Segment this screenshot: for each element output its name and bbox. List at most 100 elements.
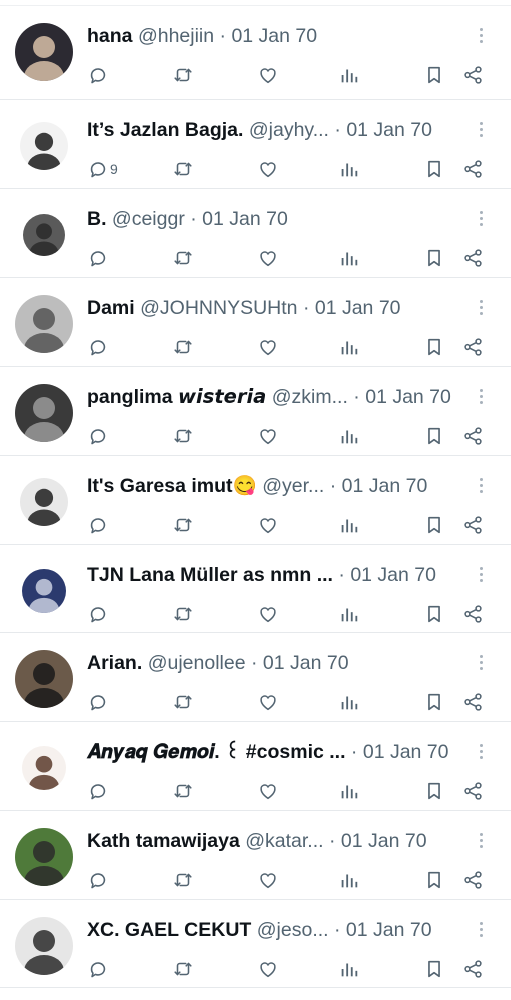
views-button[interactable] [338,601,360,627]
reply-button[interactable] [87,956,109,982]
bookmark-button[interactable] [423,601,445,627]
tweet-date[interactable]: 01 Jan 70 [363,741,449,763]
username-handle[interactable]: @ceiggr [112,208,185,230]
retweet-button[interactable] [172,156,194,182]
avatar[interactable] [22,746,66,790]
like-button[interactable] [257,778,279,804]
display-name[interactable]: XC. GAEL CEKUT [87,919,251,941]
like-button[interactable] [257,512,279,538]
reply-button[interactable] [87,512,109,538]
username-handle[interactable]: @JOHNNYSUHtn [140,297,297,319]
display-name[interactable]: panglima 𝙬𝙞𝙨𝙩𝙚𝙧𝙞𝙖 [87,386,266,408]
share-button[interactable] [462,689,484,715]
views-button[interactable] [338,512,360,538]
more-icon[interactable] [479,211,485,231]
views-button[interactable] [338,423,360,449]
avatar[interactable] [15,917,73,975]
share-button[interactable] [462,956,484,982]
bookmark-button[interactable] [423,956,445,982]
avatar[interactable] [20,478,68,526]
avatar[interactable] [15,295,73,353]
reply-button[interactable] [87,778,109,804]
retweet-button[interactable] [172,62,194,88]
retweet-button[interactable] [172,601,194,627]
share-button[interactable] [462,62,484,88]
display-name[interactable]: Kath tamawijaya [87,830,240,852]
retweet-button[interactable] [172,867,194,893]
like-button[interactable] [257,334,279,360]
username-handle[interactable]: @katar... [245,830,323,852]
display-name[interactable]: Dami [87,297,135,319]
reply-button[interactable]: 9 [87,156,118,182]
like-button[interactable] [257,867,279,893]
more-icon[interactable] [479,478,485,498]
like-button[interactable] [257,423,279,449]
bookmark-button[interactable] [423,689,445,715]
username-handle[interactable]: @ujenollee [148,652,246,674]
avatar[interactable] [15,384,73,442]
views-button[interactable] [338,956,360,982]
avatar[interactable] [15,23,73,81]
reply-button[interactable] [87,423,109,449]
share-button[interactable] [462,334,484,360]
avatar[interactable] [15,650,73,708]
views-button[interactable] [338,156,360,182]
share-button[interactable] [462,512,484,538]
views-button[interactable] [338,245,360,271]
display-name[interactable]: TJN Lana Müller as nmn ... [87,564,333,586]
like-button[interactable] [257,601,279,627]
tweet-date[interactable]: 01 Jan 70 [315,297,401,319]
username-handle[interactable]: @jayhy... [249,119,329,141]
tweet-row[interactable]: Arian. @ujenollee · 01 Jan 70 [0,632,511,720]
like-button[interactable] [257,245,279,271]
views-button[interactable] [338,334,360,360]
like-button[interactable] [257,956,279,982]
bookmark-button[interactable] [423,512,445,538]
reply-button[interactable] [87,601,109,627]
retweet-button[interactable] [172,334,194,360]
more-icon[interactable] [479,122,485,142]
share-button[interactable] [462,423,484,449]
display-name[interactable]: Arian. [87,652,142,674]
bookmark-button[interactable] [423,867,445,893]
more-icon[interactable] [479,655,485,675]
reply-button[interactable] [87,689,109,715]
display-name[interactable]: It's Garesa imut😋 [87,475,257,497]
tweet-date[interactable]: 01 Jan 70 [346,919,432,941]
like-button[interactable] [257,689,279,715]
reply-button[interactable] [87,245,109,271]
tweet-row[interactable]: B. @ceiggr · 01 Jan 70 [0,188,511,276]
more-icon[interactable] [479,833,485,853]
username-handle[interactable]: @jeso... [257,919,329,941]
display-name[interactable]: B. [87,208,107,230]
retweet-button[interactable] [172,512,194,538]
more-icon[interactable] [479,744,485,764]
tweet-date[interactable]: 01 Jan 70 [341,830,427,852]
tweet-row[interactable]: panglima 𝙬𝙞𝙨𝙩𝙚𝙧𝙞𝙖 @zkim... · 01 Jan 70 [0,366,511,454]
avatar[interactable] [22,569,66,613]
tweet-row[interactable]: Kath tamawijaya @katar... · 01 Jan 70 [0,810,511,898]
bookmark-button[interactable] [423,62,445,88]
more-icon[interactable] [479,567,485,587]
retweet-button[interactable] [172,956,194,982]
avatar[interactable] [15,828,73,886]
more-icon[interactable] [479,389,485,409]
display-name[interactable]: It’s Jazlan Bagja. [87,119,243,141]
tweet-row[interactable]: hana @hhejiin · 01 Jan 70 [0,5,511,93]
tweet-row[interactable]: It's Garesa imut😋 @yer... · 01 Jan 70 [0,455,511,543]
like-button[interactable] [257,62,279,88]
retweet-button[interactable] [172,245,194,271]
tweet-row[interactable]: It’s Jazlan Bagja. @jayhy... · 01 Jan 70… [0,99,511,187]
avatar[interactable] [23,214,65,256]
bookmark-button[interactable] [423,156,445,182]
username-handle[interactable]: @zkim... [272,386,348,408]
share-button[interactable] [462,156,484,182]
tweet-date[interactable]: 01 Jan 70 [342,475,428,497]
bookmark-button[interactable] [423,423,445,449]
share-button[interactable] [462,601,484,627]
tweet-date[interactable]: 01 Jan 70 [350,564,436,586]
reply-button[interactable] [87,867,109,893]
display-name[interactable]: hana [87,25,133,47]
username-handle[interactable]: @yer... [262,475,324,497]
views-button[interactable] [338,867,360,893]
